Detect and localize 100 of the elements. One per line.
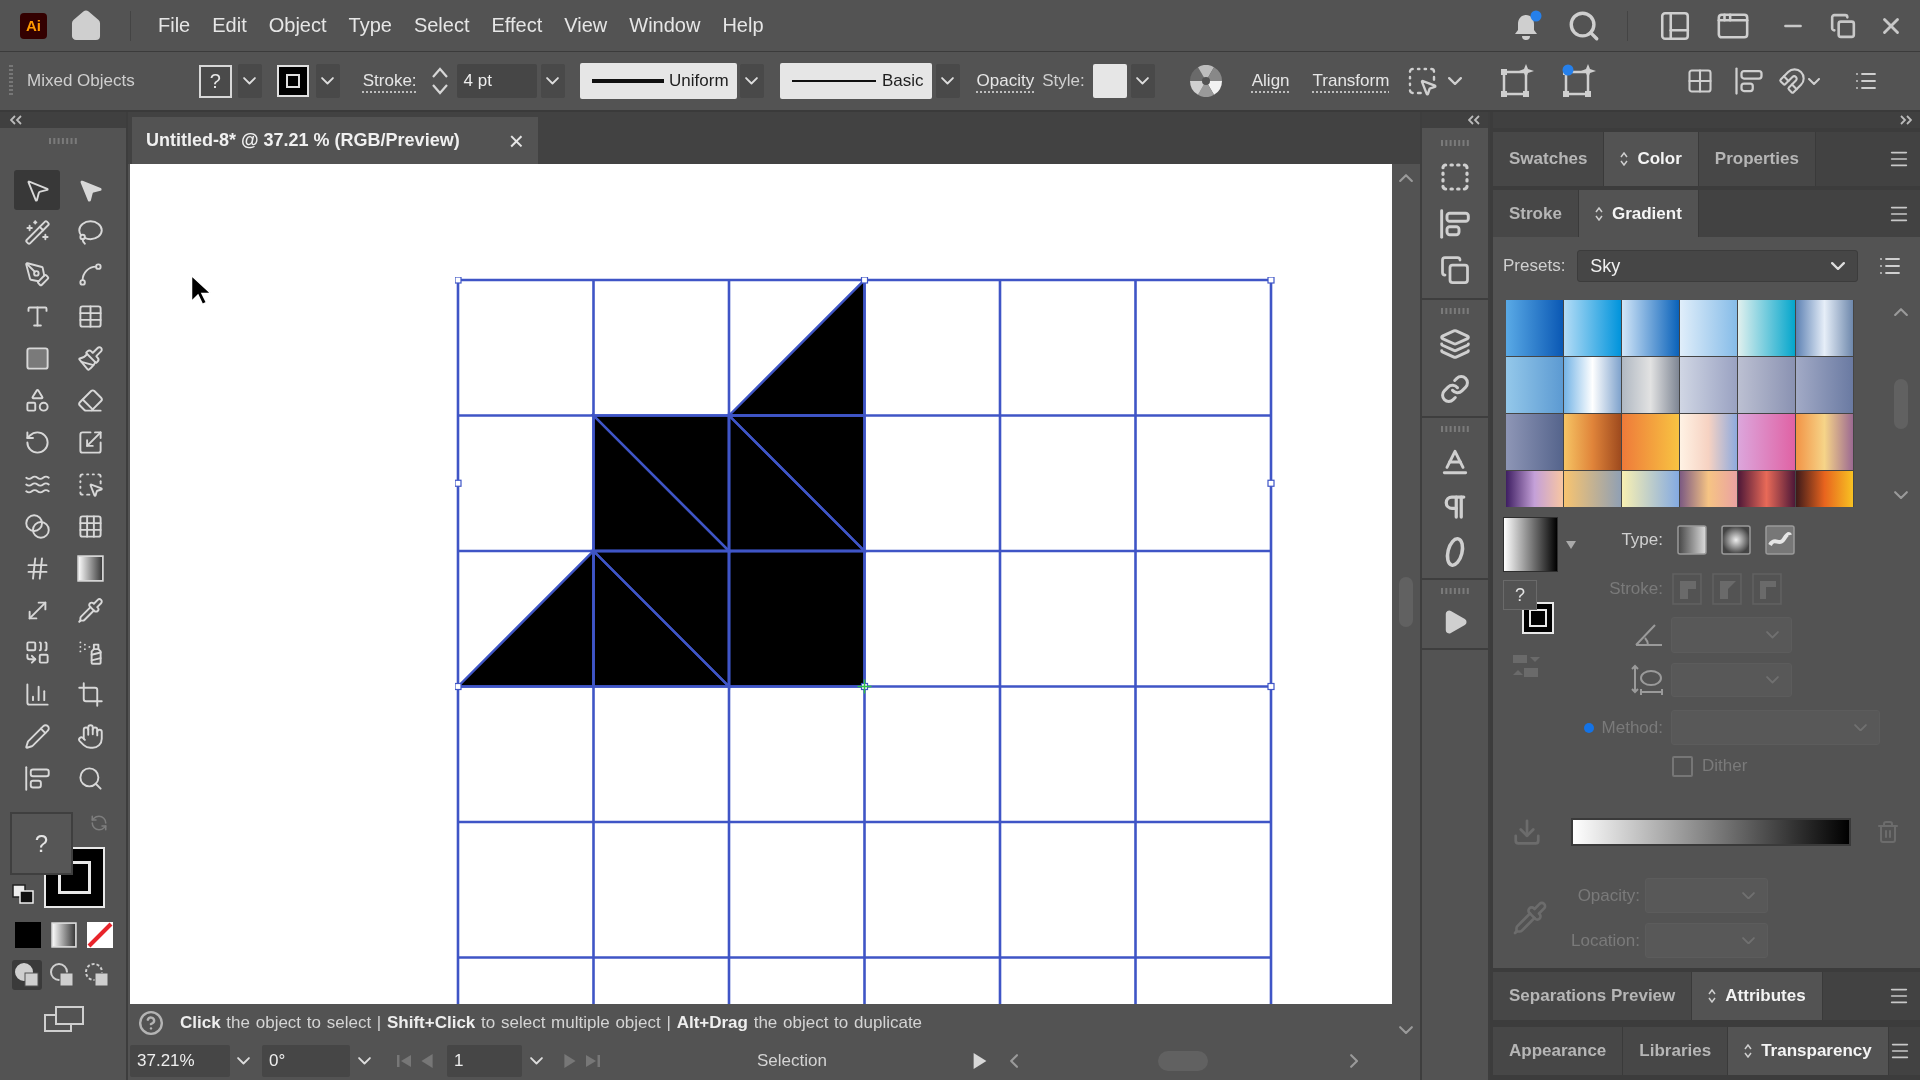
stroke-profile-dropdown[interactable]: Uniform	[579, 63, 737, 99]
brush-dropdown[interactable]: Basic	[779, 63, 932, 99]
panel-tab[interactable]: Properties	[1698, 132, 1816, 186]
gradient-swatch[interactable]	[1796, 414, 1854, 471]
grip-icon[interactable]	[1441, 140, 1469, 146]
play-icon[interactable]	[971, 1053, 988, 1069]
artboard-field[interactable]: 1	[447, 1045, 522, 1077]
expand-icon[interactable]	[1900, 115, 1912, 125]
restore-icon[interactable]	[1830, 12, 1856, 39]
chevron-down-icon[interactable]	[237, 1057, 250, 1065]
fill-stroke-swatches[interactable]: ?	[10, 812, 108, 908]
gradient-swatch[interactable]	[1796, 357, 1854, 414]
gradient-swatch[interactable]	[1564, 300, 1622, 357]
dashed-square-icon[interactable]	[1439, 161, 1471, 193]
linear-gradient-icon[interactable]	[1677, 525, 1707, 555]
opacity-link[interactable]: Opacity	[976, 71, 1035, 91]
scroll-up-icon[interactable]	[1399, 174, 1413, 183]
chevron-down-icon[interactable]	[358, 1057, 371, 1065]
gradient-swatch[interactable]	[1622, 414, 1680, 471]
chain-link-icon[interactable]	[1440, 374, 1470, 404]
panel-tab[interactable]: Separations Preview	[1493, 972, 1693, 1020]
tool-button[interactable]	[14, 170, 60, 210]
freeform-gradient-icon[interactable]	[1765, 525, 1795, 555]
collapse-icon[interactable]	[10, 115, 22, 125]
chevron-down-icon[interactable]	[1448, 76, 1463, 86]
overlapping-squares-icon[interactable]	[1440, 255, 1470, 285]
panel-tab[interactable]: Stroke	[1493, 190, 1579, 237]
panel-tab[interactable]: Attributes	[1692, 972, 1823, 1020]
scroll-down-icon[interactable]	[1894, 490, 1908, 499]
spinner-arrows-icon[interactable]	[430, 66, 449, 96]
triangle-down-icon[interactable]	[1566, 539, 1576, 550]
menu-item[interactable]: View	[553, 5, 619, 46]
dashed-square-pointer-icon[interactable]	[1406, 65, 1439, 97]
none-slash-icon[interactable]	[87, 922, 113, 948]
transform-link[interactable]: Transform	[1312, 71, 1390, 91]
stroke-weight-field[interactable]: 4 pt	[456, 64, 537, 98]
gradient-swatch[interactable]	[1622, 300, 1680, 357]
close-tab-button[interactable]: ×	[504, 127, 528, 154]
menu-item[interactable]: Select	[402, 5, 481, 46]
dropdown-button[interactable]	[1130, 64, 1155, 98]
menu-item[interactable]: Edit	[201, 5, 258, 46]
align-link[interactable]: Align	[1251, 71, 1290, 91]
presets-dropdown[interactable]: Sky	[1577, 250, 1859, 282]
align-bars-icon[interactable]	[1439, 208, 1471, 240]
panel-tab[interactable]: Color	[1604, 132, 1699, 186]
slanted-ring-icon[interactable]	[1443, 536, 1467, 568]
draw-mode-button[interactable]	[12, 960, 42, 990]
scroll-up-icon[interactable]	[1894, 308, 1908, 317]
panel-tab[interactable]: Gradient	[1578, 190, 1699, 237]
dropdown-button[interactable]	[237, 64, 262, 98]
app-logo[interactable]: Ai	[20, 12, 47, 39]
stroke-link[interactable]: Stroke:	[362, 71, 417, 91]
menu-item[interactable]: Help	[711, 5, 775, 46]
grip-icon[interactable]	[1441, 426, 1469, 432]
gradient-fill-icon[interactable]	[51, 922, 77, 948]
radial-gradient-icon[interactable]	[1721, 525, 1751, 555]
document-tab[interactable]: Untitled-8* @ 37.21 % (RGB/Preview) ×	[132, 117, 538, 164]
fill-swatch[interactable]: ?	[198, 64, 232, 98]
panel-tab[interactable]: Swatches	[1493, 132, 1605, 186]
dropdown-button[interactable]	[315, 64, 340, 98]
notification-bell-icon[interactable]	[1512, 9, 1542, 42]
color-wheel-icon[interactable]	[1189, 65, 1222, 97]
scroll-down-icon[interactable]	[1399, 1025, 1413, 1034]
grip-icon[interactable]	[1441, 588, 1469, 594]
graphic-style-swatch[interactable]	[1092, 64, 1127, 98]
gradient-swatch[interactable]	[1680, 357, 1738, 414]
gradient-swatch[interactable]	[1738, 357, 1796, 414]
menu-item[interactable]: Effect	[480, 5, 554, 46]
menu-item[interactable]: Object	[257, 5, 338, 46]
dropdown-button[interactable]	[935, 64, 960, 98]
frame-sparkle-icon[interactable]	[1562, 64, 1597, 98]
gradient-swatch[interactable]	[1506, 357, 1564, 414]
gradient-preview-swatch[interactable]	[1503, 517, 1558, 572]
chevron-down-icon[interactable]	[530, 1057, 543, 1065]
dropdown-button[interactable]	[739, 64, 764, 98]
panel-tab[interactable]: Libraries	[1623, 1027, 1729, 1075]
grip-icon[interactable]	[1441, 308, 1469, 314]
menu-item[interactable]: File	[147, 5, 202, 46]
gradient-swatch[interactable]	[1564, 414, 1622, 471]
gradient-swatch[interactable]	[1680, 300, 1738, 357]
gradient-swatch[interactable]	[1564, 357, 1622, 414]
gradient-ramp[interactable]	[1571, 818, 1851, 846]
gradient-swatch[interactable]	[1506, 414, 1564, 471]
scroll-left-icon[interactable]	[1009, 1054, 1019, 1068]
menu-item[interactable]: Type	[337, 5, 403, 46]
stroke-swatch[interactable]	[276, 65, 309, 97]
frame-sparkle-icon[interactable]	[1500, 64, 1535, 98]
scroll-right-icon[interactable]	[1350, 1054, 1359, 1068]
grip-icon[interactable]	[8, 64, 14, 98]
chevron-down-icon[interactable]	[1808, 77, 1821, 85]
grid-icon[interactable]	[1686, 67, 1715, 95]
overlapping-rectangles-icon[interactable]	[44, 1006, 84, 1032]
collapse-icon[interactable]	[1468, 115, 1480, 125]
gradient-swatch[interactable]	[1796, 300, 1854, 357]
magnet-icon[interactable]	[1778, 67, 1807, 95]
gradient-swatch[interactable]	[1506, 300, 1564, 357]
gradient-swatch[interactable]	[1680, 414, 1738, 471]
small-squares-icon[interactable]	[12, 884, 34, 904]
panel-tab[interactable]: Transparency	[1728, 1027, 1889, 1075]
gradient-swatch[interactable]	[1622, 357, 1680, 414]
